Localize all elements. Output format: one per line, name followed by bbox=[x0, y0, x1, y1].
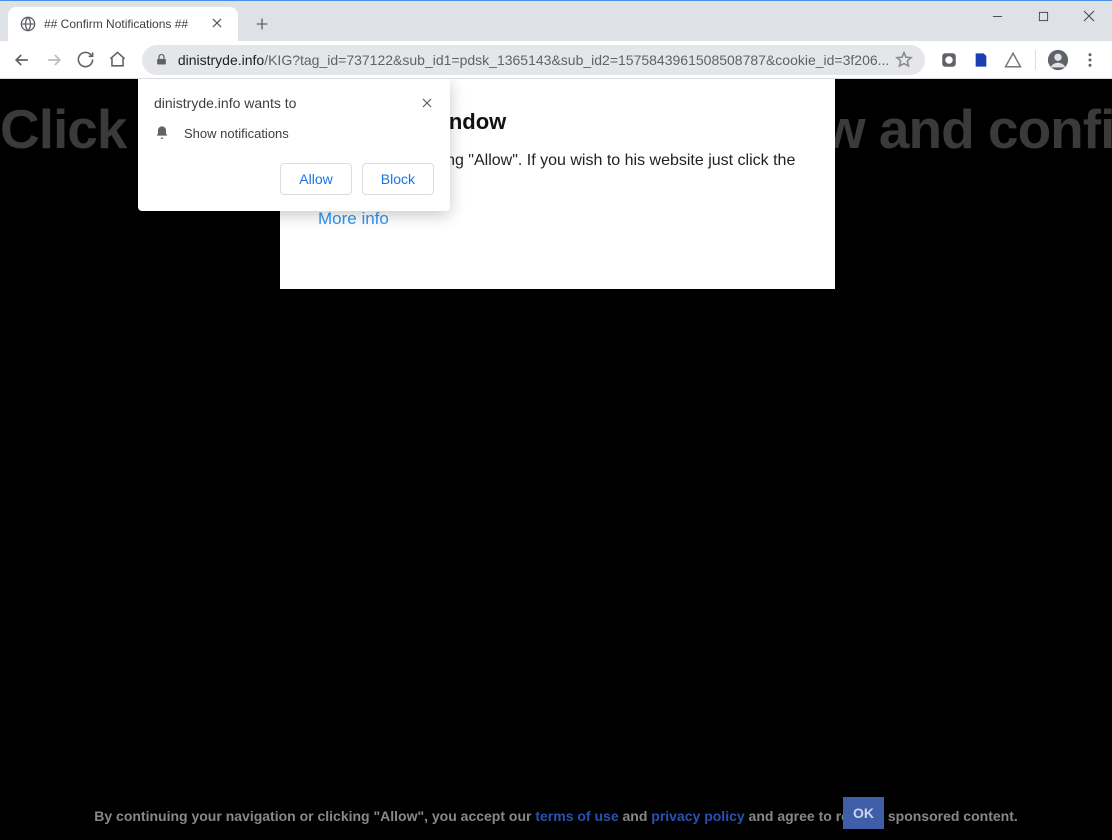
privacy-link[interactable]: privacy policy bbox=[651, 808, 744, 824]
footer-pre: By continuing your navigation or clickin… bbox=[94, 808, 535, 824]
ok-button[interactable]: OK bbox=[843, 797, 884, 829]
url-text: dinistryde.info/KIG?tag_id=737122&sub_id… bbox=[178, 52, 890, 68]
window-controls bbox=[974, 1, 1112, 31]
more-info-link[interactable]: More info bbox=[318, 209, 389, 229]
bookmark-star-icon[interactable] bbox=[895, 51, 913, 69]
globe-icon bbox=[20, 16, 36, 32]
footer-and: and bbox=[619, 808, 652, 824]
allow-button[interactable]: Allow bbox=[280, 163, 351, 195]
browser-toolbar: dinistryde.info/KIG?tag_id=737122&sub_id… bbox=[0, 41, 1112, 79]
terms-link[interactable]: terms of use bbox=[535, 808, 618, 824]
window-close-button[interactable] bbox=[1066, 1, 1112, 31]
close-tab-icon[interactable] bbox=[210, 16, 226, 32]
profile-button[interactable] bbox=[1044, 45, 1072, 75]
block-button[interactable]: Block bbox=[362, 163, 434, 195]
page-content: Click "Allow" to close this window and c… bbox=[0, 79, 1112, 840]
home-button[interactable] bbox=[104, 45, 132, 75]
permission-request-text: Show notifications bbox=[184, 126, 289, 141]
permission-origin: dinistryde.info wants to bbox=[154, 95, 296, 111]
back-button[interactable] bbox=[8, 45, 36, 75]
url-host: dinistryde.info bbox=[178, 52, 264, 68]
bell-icon bbox=[154, 125, 170, 141]
reload-button[interactable] bbox=[72, 45, 100, 75]
maximize-button[interactable] bbox=[1020, 1, 1066, 31]
close-icon[interactable] bbox=[420, 96, 434, 110]
footer-text: By continuing your navigation or clickin… bbox=[0, 805, 1112, 827]
permission-popup: dinistryde.info wants to Show notificati… bbox=[138, 79, 450, 211]
chrome-menu-button[interactable] bbox=[1076, 45, 1104, 75]
toolbar-separator bbox=[1035, 50, 1036, 70]
url-path: /KIG?tag_id=737122&sub_id1=pdsk_1365143&… bbox=[264, 52, 889, 68]
new-tab-button[interactable] bbox=[248, 10, 276, 38]
extension-2-icon[interactable] bbox=[967, 45, 995, 75]
browser-tab[interactable]: ## Confirm Notifications ## bbox=[8, 7, 238, 41]
address-bar[interactable]: dinistryde.info/KIG?tag_id=737122&sub_id… bbox=[142, 45, 926, 75]
extension-1-icon[interactable] bbox=[935, 45, 963, 75]
extension-3-icon[interactable] bbox=[999, 45, 1027, 75]
lock-icon bbox=[154, 52, 170, 68]
minimize-button[interactable] bbox=[974, 1, 1020, 31]
tab-title: ## Confirm Notifications ## bbox=[44, 17, 210, 31]
titlebar: ## Confirm Notifications ## bbox=[0, 1, 1112, 41]
forward-button[interactable] bbox=[40, 45, 68, 75]
